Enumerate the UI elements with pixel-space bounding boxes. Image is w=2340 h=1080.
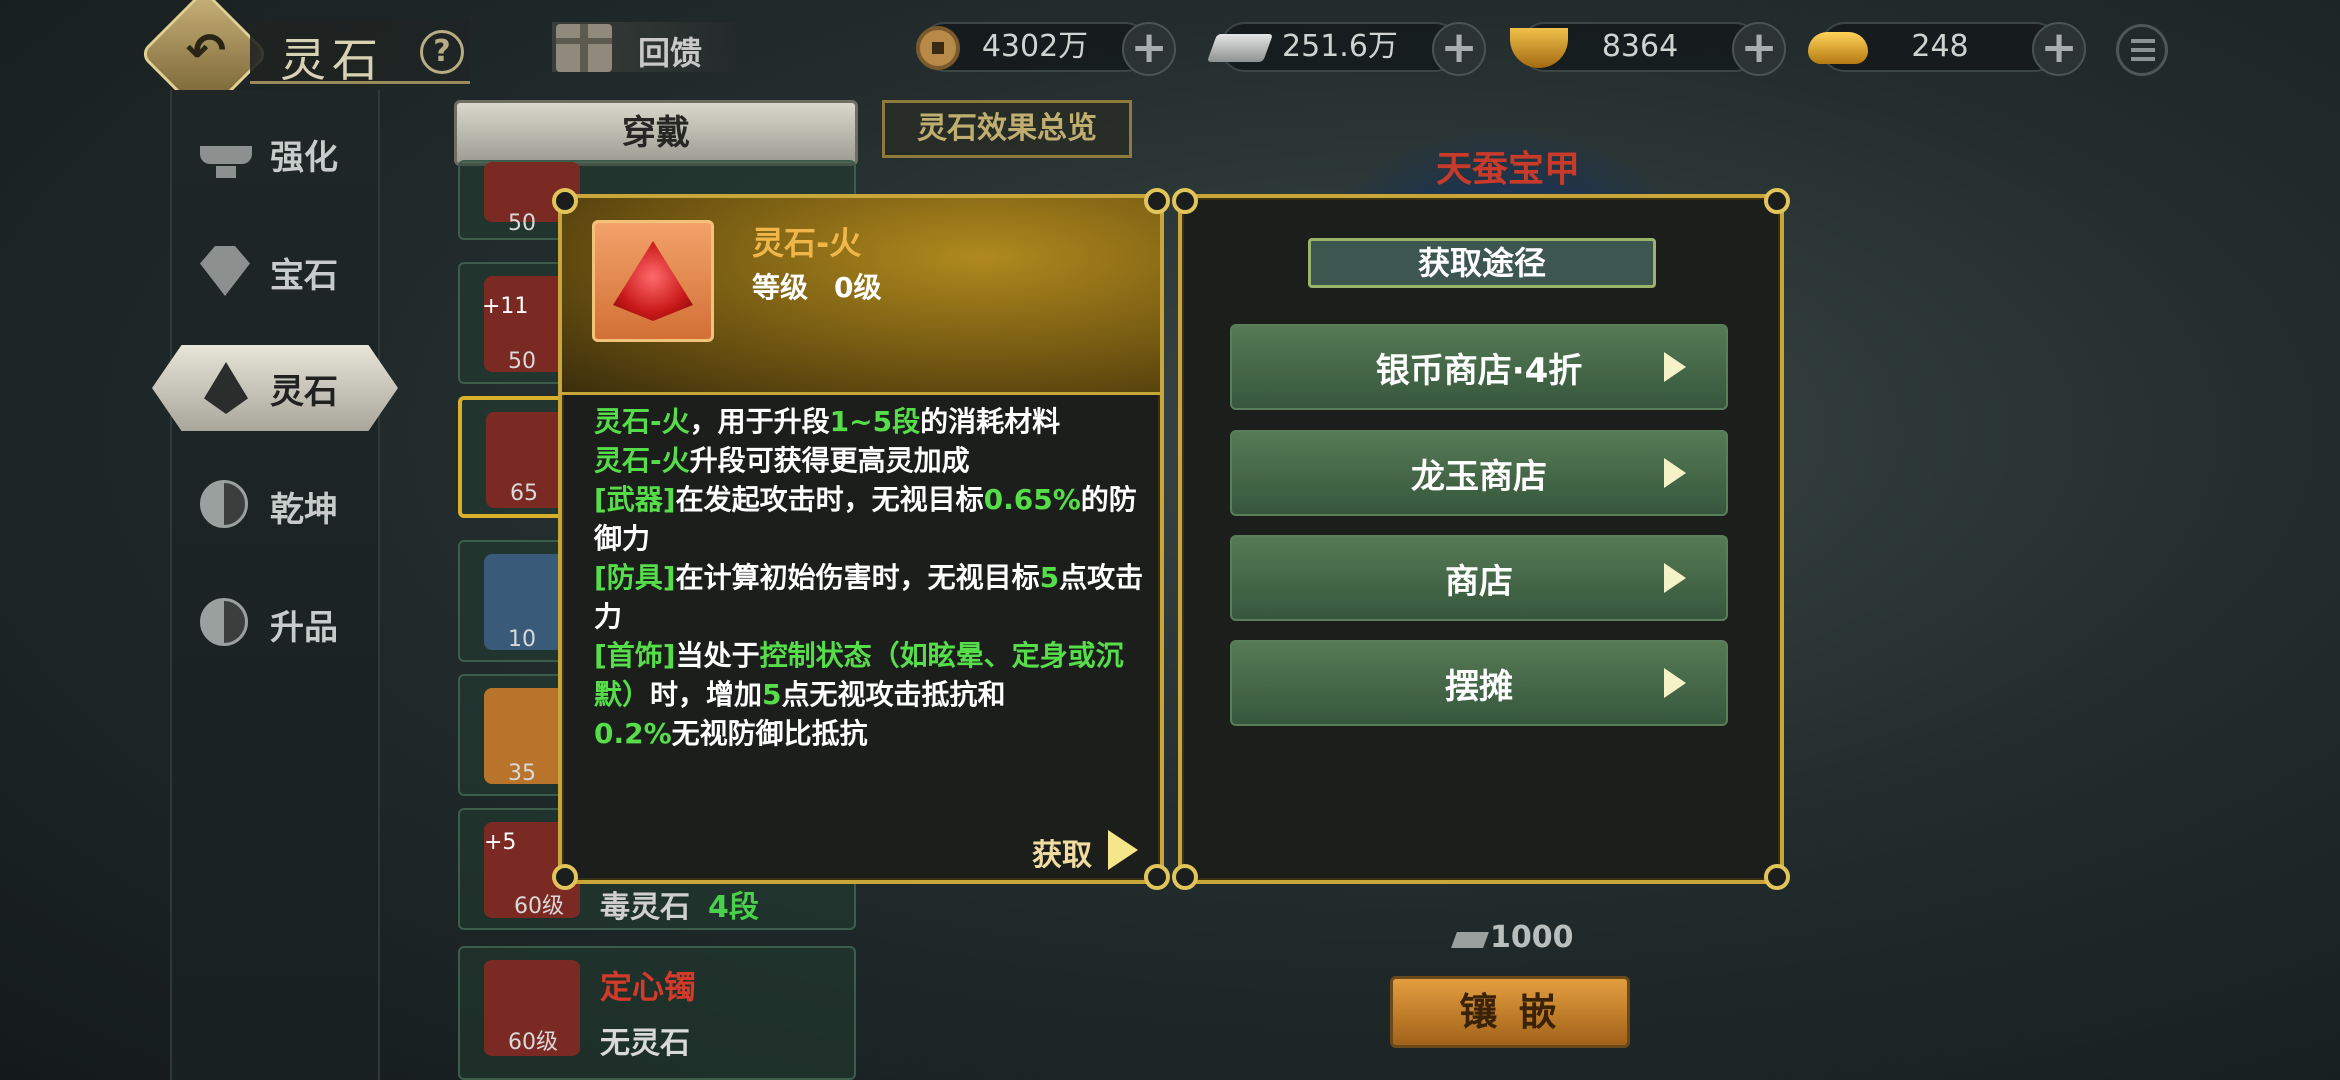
source-shop-button[interactable]: 商店 — [1230, 535, 1728, 621]
copper-value: 4302万 — [981, 29, 1089, 64]
desc-line: [防具]在计算初始伤害时，无视目标5点攻击力 — [594, 561, 1144, 633]
sidebar-item-label: 升品 — [270, 607, 338, 648]
item-level: 60级 — [508, 1030, 558, 1055]
inlay-button[interactable]: 镶 嵌 — [1390, 976, 1630, 1048]
source-dragon-jade-shop-button[interactable]: 龙玉商店 — [1230, 430, 1728, 516]
item-level: 50 — [508, 349, 536, 374]
currency-gold-bowl: 8364 + — [1510, 22, 1786, 76]
item-level: 60级 — [514, 894, 564, 919]
gem-icon — [200, 246, 252, 298]
item-icon-frame — [592, 220, 714, 342]
item-name: 毒灵石 — [600, 890, 690, 925]
silver-value: 251.6万 — [1282, 29, 1398, 64]
gift-icon — [556, 24, 612, 72]
sidebar-item-gem[interactable]: 宝石 — [190, 232, 390, 312]
overview-button[interactable]: 灵石效果总览 — [882, 100, 1132, 158]
item-description: 灵石-火，用于升段1~5段的消耗材料 灵石-火升段可获得更高灵加成 [武器]在发… — [594, 402, 1164, 753]
silver-ingot-icon — [1451, 932, 1489, 948]
desc-line: [武器]在发起攻击时，无视目标0.65%的防御力 — [594, 483, 1137, 555]
inlay-cost: 1000 — [1490, 920, 1574, 955]
sidebar-item-spirit-stone-content[interactable]: 灵石 — [190, 348, 390, 428]
anvil-icon — [200, 128, 252, 180]
currency-copper: 4302万 + — [916, 22, 1176, 76]
sidebar-item-label: 灵石 — [270, 371, 338, 412]
item-level: 65 — [510, 481, 538, 506]
item-level: 50 — [508, 211, 536, 236]
currency-silver: 251.6万 + — [1206, 22, 1486, 76]
source-label: 龙玉商店 — [1411, 456, 1547, 497]
play-arrow-icon — [1664, 668, 1686, 698]
item-level: 10 — [508, 627, 536, 652]
spirit-stone-icon — [200, 362, 252, 414]
source-label: 商店 — [1445, 561, 1513, 602]
item-level-label: 等级 — [752, 271, 809, 304]
fire-spirit-stone-icon — [613, 241, 693, 321]
source-silver-shop-button[interactable]: 银币商店·4折 — [1230, 324, 1728, 410]
item-level: 35 — [508, 761, 536, 786]
source-label: 摆摊 — [1445, 666, 1513, 707]
play-arrow-icon — [1664, 352, 1686, 382]
list-icon — [2131, 39, 2155, 61]
list-item[interactable]: 60级 定心镯 无灵石 — [458, 946, 856, 1080]
item-level-value: 0级 — [834, 271, 882, 304]
corner-ornament — [1764, 188, 1790, 214]
yuanbao-value: 248 — [1911, 29, 1969, 64]
sidebar-item-upgrade[interactable]: 升品 — [190, 584, 390, 664]
sidebar-item-label: 宝石 — [270, 255, 338, 296]
play-arrow-icon — [1108, 830, 1138, 870]
sidebar-item-strengthen[interactable]: 强化 — [190, 114, 390, 194]
yin-yang-icon — [200, 480, 252, 532]
corner-ornament — [552, 188, 578, 214]
corner-ornament — [1144, 188, 1170, 214]
corner-ornament — [552, 864, 578, 890]
item-name: 定心镯 — [600, 968, 697, 1006]
back-arrow-icon: ↶ — [185, 23, 227, 79]
add-gold-bowl-button[interactable]: + — [1732, 22, 1786, 76]
play-arrow-icon — [1664, 458, 1686, 488]
play-arrow-icon — [1664, 563, 1686, 593]
item-plus: +11 — [482, 294, 529, 319]
yin-yang-icon — [200, 598, 252, 650]
corner-ornament — [1172, 864, 1198, 890]
source-label: 银币商店·4折 — [1375, 350, 1583, 391]
get-button[interactable]: 获取 — [1030, 826, 1148, 874]
currency-yuanbao: 248 + — [1808, 22, 2086, 76]
sidebar-item-label: 乾坤 — [270, 489, 338, 530]
gold-bowl-value: 8364 — [1601, 29, 1679, 64]
sidebar-item-qiankun[interactable]: 乾坤 — [190, 466, 390, 546]
get-label: 获取 — [1032, 838, 1092, 873]
source-stall-button[interactable]: 摆摊 — [1230, 640, 1728, 726]
corner-ornament — [1144, 864, 1170, 890]
gift-label: 回馈 — [638, 34, 703, 72]
page-title: 灵石 — [280, 33, 384, 87]
help-button[interactable]: ? — [420, 30, 464, 74]
desc-line: [首饰]当处于控制状态（如眩晕、定身或沉默）时，增加5点无视攻击抵抗和 — [594, 639, 1124, 711]
gift-button[interactable]: 回馈 — [552, 22, 736, 72]
corner-ornament — [1764, 864, 1790, 890]
sidebar-item-label: 强化 — [270, 137, 338, 178]
add-silver-button[interactable]: + — [1432, 22, 1486, 76]
tooltip-divider — [562, 392, 1160, 395]
desc-line: 0.2%无视防御比抵抗 — [594, 717, 868, 750]
item-stage: 4段 — [708, 890, 759, 925]
add-copper-button[interactable]: + — [1122, 22, 1176, 76]
add-yuanbao-button[interactable]: + — [2032, 22, 2086, 76]
item-status: 无灵石 — [600, 1026, 690, 1061]
equip-title: 天蚕宝甲 — [1436, 149, 1581, 190]
menu-list-button[interactable] — [2116, 24, 2168, 76]
item-plus: +5 — [484, 830, 517, 855]
corner-ornament — [1172, 188, 1198, 214]
item-name: 灵石-火 — [752, 224, 862, 262]
acquire-title-bar: 获取途径 — [1308, 238, 1656, 288]
desc-line: 灵石-火，用于升段1~5段的消耗材料 — [594, 405, 1061, 438]
tab-wear[interactable]: 穿戴 — [454, 100, 858, 166]
desc-line: 灵石-火升段可获得更高灵加成 — [594, 444, 970, 477]
